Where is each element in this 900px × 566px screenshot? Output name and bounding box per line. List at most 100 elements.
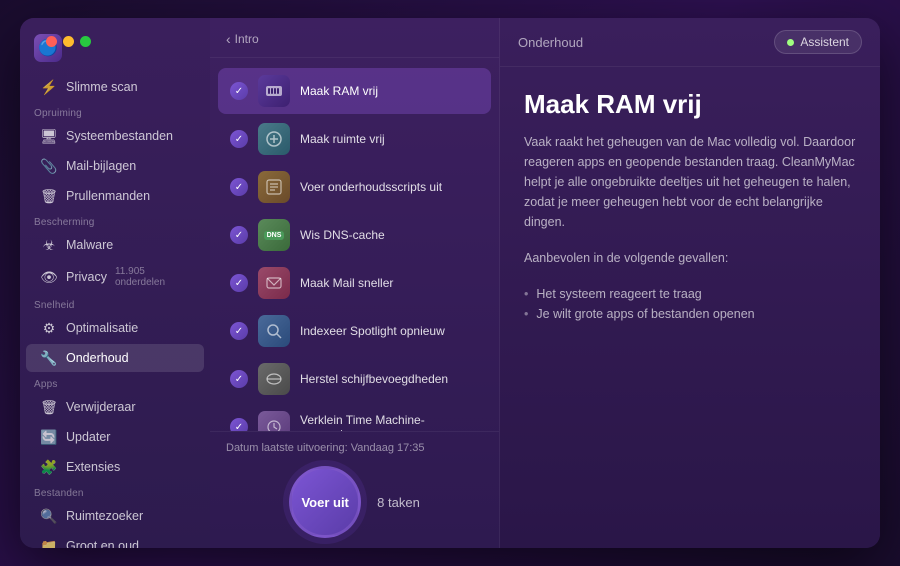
task-label-disk: Herstel schijfbevoegdheden (300, 372, 448, 386)
task-check-dns: ✓ (230, 226, 248, 244)
task-label-dns: Wis DNS-cache (300, 228, 385, 242)
task-item-dns[interactable]: ✓ DNS Wis DNS-cache (218, 212, 491, 258)
section-label-opruiming: Opruiming (20, 102, 210, 121)
section-label-snelheid: Snelheid (20, 294, 210, 313)
detail-description: Vaak raakt het geheugen van de Mac volle… (524, 132, 856, 232)
task-label-ram: Maak RAM vrij (300, 84, 378, 98)
sidebar-item-onderhoud[interactable]: 🔧 Onderhoud (26, 344, 204, 372)
sidebar-item-systeembestanden[interactable]: 🖥 Systeembestanden (26, 122, 204, 150)
task-list: ✓ Maak RAM vrij ✓ Maak ruimte vrij (210, 58, 499, 431)
sidebar-item-verwijderaar[interactable]: 🗑 Verwijderaar (26, 393, 204, 421)
onderhoud-icon: 🔧 (40, 349, 58, 367)
sidebar-item-updater[interactable]: 🔄 Updater (26, 423, 204, 451)
task-check-scripts: ✓ (230, 178, 248, 196)
sidebar-item-label: Onderhoud (66, 351, 129, 365)
section-label-apps: Apps (20, 373, 210, 392)
run-button[interactable]: Voer uit (289, 466, 361, 538)
sidebar-item-prullenmanden[interactable]: 🗑 Prullenmanden (26, 182, 204, 210)
sidebar-item-label: Optimalisatie (66, 321, 138, 335)
task-item-disk[interactable]: ✓ Herstel schijfbevoegdheden (218, 356, 491, 402)
section-label-bestanden: Bestanden (20, 482, 210, 501)
sidebar: 🔵 ⚡ Slimme scan Opruiming 🖥 Systeembesta… (20, 18, 210, 548)
date-label: Datum laatste uitvoering: Vandaag 17:35 (226, 442, 425, 454)
extensies-icon: 🧩 (40, 458, 58, 476)
task-thumb-timemachine (258, 411, 290, 431)
bullet-text-1: Het systeem reageert te traag (536, 287, 701, 301)
dns-label: DNS (264, 231, 285, 240)
middle-footer: Datum laatste uitvoering: Vandaag 17:35 … (210, 431, 499, 548)
privacy-badge: 11.905 onderdelen (115, 266, 190, 288)
task-thumb-space (258, 123, 290, 155)
malware-icon: ☣ (40, 236, 58, 254)
task-item-space[interactable]: ✓ Maak ruimte vrij (218, 116, 491, 162)
sidebar-item-groot-en-oud[interactable]: 📁 Groot en oud (26, 532, 204, 548)
sidebar-item-malware[interactable]: ☣ Malware (26, 231, 204, 259)
task-check-timemachine: ✓ (230, 418, 248, 431)
prullenmanden-icon: 🗑 (40, 187, 58, 205)
detail-title: Maak RAM vrij (524, 89, 856, 120)
sidebar-item-extensies[interactable]: 🧩 Extensies (26, 453, 204, 481)
sidebar-item-label: Privacy (66, 270, 107, 284)
bullet-text-2: Je wilt grote apps of bestanden openen (536, 307, 754, 321)
assistant-status-dot (787, 39, 794, 46)
task-thumb-disk (258, 363, 290, 395)
task-check-space: ✓ (230, 130, 248, 148)
groot-en-oud-icon: 📁 (40, 537, 58, 548)
section-label-bescherming: Bescherming (20, 211, 210, 230)
sidebar-item-privacy[interactable]: 👁 Privacy 11.905 onderdelen (26, 261, 204, 293)
task-label-space: Maak ruimte vrij (300, 132, 385, 146)
back-chevron-icon: ‹ (226, 31, 231, 47)
task-label-spotlight: Indexeer Spotlight opnieuw (300, 324, 445, 338)
bullet-item-1: Het systeem reageert te traag (524, 284, 856, 304)
sidebar-item-optimalisatie[interactable]: ⚙ Optimalisatie (26, 314, 204, 342)
sidebar-item-mail-bijlagen[interactable]: 📎 Mail-bijlagen (26, 152, 204, 180)
task-check-spotlight: ✓ (230, 322, 248, 340)
privacy-icon: 👁 (40, 268, 58, 286)
recommended-label: Aanbevolen in de volgende gevallen: (524, 248, 856, 268)
task-thumb-spotlight (258, 315, 290, 347)
bullet-list: Het systeem reageert te traag Je wilt gr… (524, 284, 856, 324)
run-section: Voer uit 8 taken (289, 466, 420, 538)
ruimtezoeker-icon: 🔍 (40, 507, 58, 525)
slimme-scan-icon: ⚡ (40, 78, 58, 96)
sidebar-item-label: Prullenmanden (66, 189, 150, 203)
sidebar-item-label: Systeembestanden (66, 129, 173, 143)
task-check-ram: ✓ (230, 82, 248, 100)
task-item-spotlight[interactable]: ✓ Indexeer Spotlight opnieuw (218, 308, 491, 354)
task-thumb-mail (258, 267, 290, 299)
sidebar-item-label: Mail-bijlagen (66, 159, 136, 173)
task-label-timemachine: Verklein Time Machine-momentopnamen (300, 413, 479, 431)
task-item-timemachine[interactable]: ✓ Verklein Time Machine-momentopnamen (218, 404, 491, 431)
right-header: Onderhoud Assistent (500, 18, 880, 67)
task-item-scripts[interactable]: ✓ Voer onderhoudsscripts uit (218, 164, 491, 210)
verwijderaar-icon: 🗑 (40, 398, 58, 416)
app-icon: 🔵 (34, 34, 62, 62)
task-label-scripts: Voer onderhoudsscripts uit (300, 180, 442, 194)
sidebar-item-label: Verwijderaar (66, 400, 135, 414)
assistant-button[interactable]: Assistent (774, 30, 862, 54)
tasks-count: 8 taken (377, 495, 420, 510)
task-item-ram[interactable]: ✓ Maak RAM vrij (218, 68, 491, 114)
task-check-disk: ✓ (230, 370, 248, 388)
task-item-mail[interactable]: ✓ Maak Mail sneller (218, 260, 491, 306)
sidebar-item-label: Slimme scan (66, 80, 138, 94)
middle-panel: ‹ Intro ✓ Maak RAM vrij ✓ (210, 18, 500, 548)
sidebar-item-label: Groot en oud (66, 539, 139, 548)
sidebar-item-ruimtezoeker[interactable]: 🔍 Ruimtezoeker (26, 502, 204, 530)
back-button[interactable]: ‹ Intro (226, 31, 259, 47)
bullet-item-2: Je wilt grote apps of bestanden openen (524, 304, 856, 324)
mail-bijlagen-icon: 📎 (40, 157, 58, 175)
systeembestanden-icon: 🖥 (40, 127, 58, 145)
sidebar-item-label: Extensies (66, 460, 120, 474)
sidebar-item-label: Malware (66, 238, 113, 252)
right-panel: Onderhoud Assistent Maak RAM vrij Vaak r… (500, 18, 880, 548)
sidebar-item-slimme-scan[interactable]: ⚡ Slimme scan (26, 73, 204, 101)
task-thumb-scripts (258, 171, 290, 203)
middle-header: ‹ Intro (210, 18, 499, 58)
task-thumb-dns: DNS (258, 219, 290, 251)
updater-icon: 🔄 (40, 428, 58, 446)
assistant-label: Assistent (800, 35, 849, 49)
sidebar-item-label: Updater (66, 430, 110, 444)
task-check-mail: ✓ (230, 274, 248, 292)
task-thumb-ram (258, 75, 290, 107)
